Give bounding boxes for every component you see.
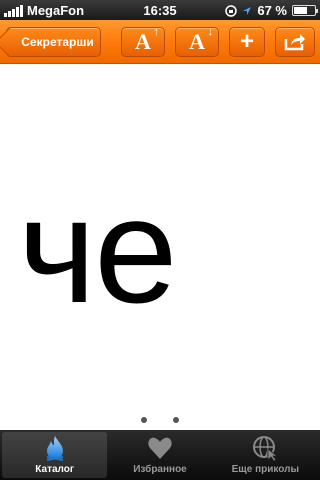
share-icon — [284, 34, 305, 51]
back-button[interactable]: Секретарши — [6, 27, 101, 57]
status-right: 67 % — [225, 3, 318, 18]
font-increase-button[interactable]: A ↑ — [121, 27, 165, 57]
plus-icon: + — [239, 28, 254, 55]
tab-more-jokes[interactable]: Еще приколы — [213, 432, 318, 478]
status-bar: MegaFon 16:35 67 % — [0, 0, 320, 20]
share-button[interactable] — [275, 27, 315, 57]
navigation-bar: Секретарши A ↑ A ↓ + — [0, 20, 320, 64]
page-dot — [141, 417, 147, 423]
location-icon — [243, 6, 252, 15]
font-decrease-button[interactable]: A ↓ — [175, 27, 219, 57]
page-dot — [173, 417, 179, 423]
heart-icon — [147, 435, 173, 461]
content-area[interactable]: че — [0, 65, 320, 430]
battery-fill — [294, 7, 308, 14]
battery-icon — [292, 5, 318, 16]
back-button-label: Секретарши — [21, 35, 94, 49]
tab-favorites[interactable]: Избранное — [107, 432, 212, 478]
flame-icon — [42, 435, 68, 461]
tab-label: Каталог — [35, 464, 75, 475]
add-button[interactable]: + — [229, 27, 265, 57]
joke-text: че — [18, 166, 178, 334]
tab-label: Еще приколы — [231, 464, 299, 475]
rotation-lock-icon — [225, 4, 238, 17]
tab-catalog[interactable]: Каталог — [2, 432, 108, 478]
globe-icon — [252, 435, 279, 461]
tab-bar: Каталог Избранное Еще приколы — [0, 430, 320, 480]
font-size-decrease-icon: A ↓ — [189, 26, 213, 54]
font-size-increase-icon: A ↑ — [135, 26, 159, 54]
page-indicator[interactable] — [0, 417, 320, 423]
battery-percent: 67 % — [257, 3, 287, 18]
tab-label: Избранное — [133, 464, 187, 475]
